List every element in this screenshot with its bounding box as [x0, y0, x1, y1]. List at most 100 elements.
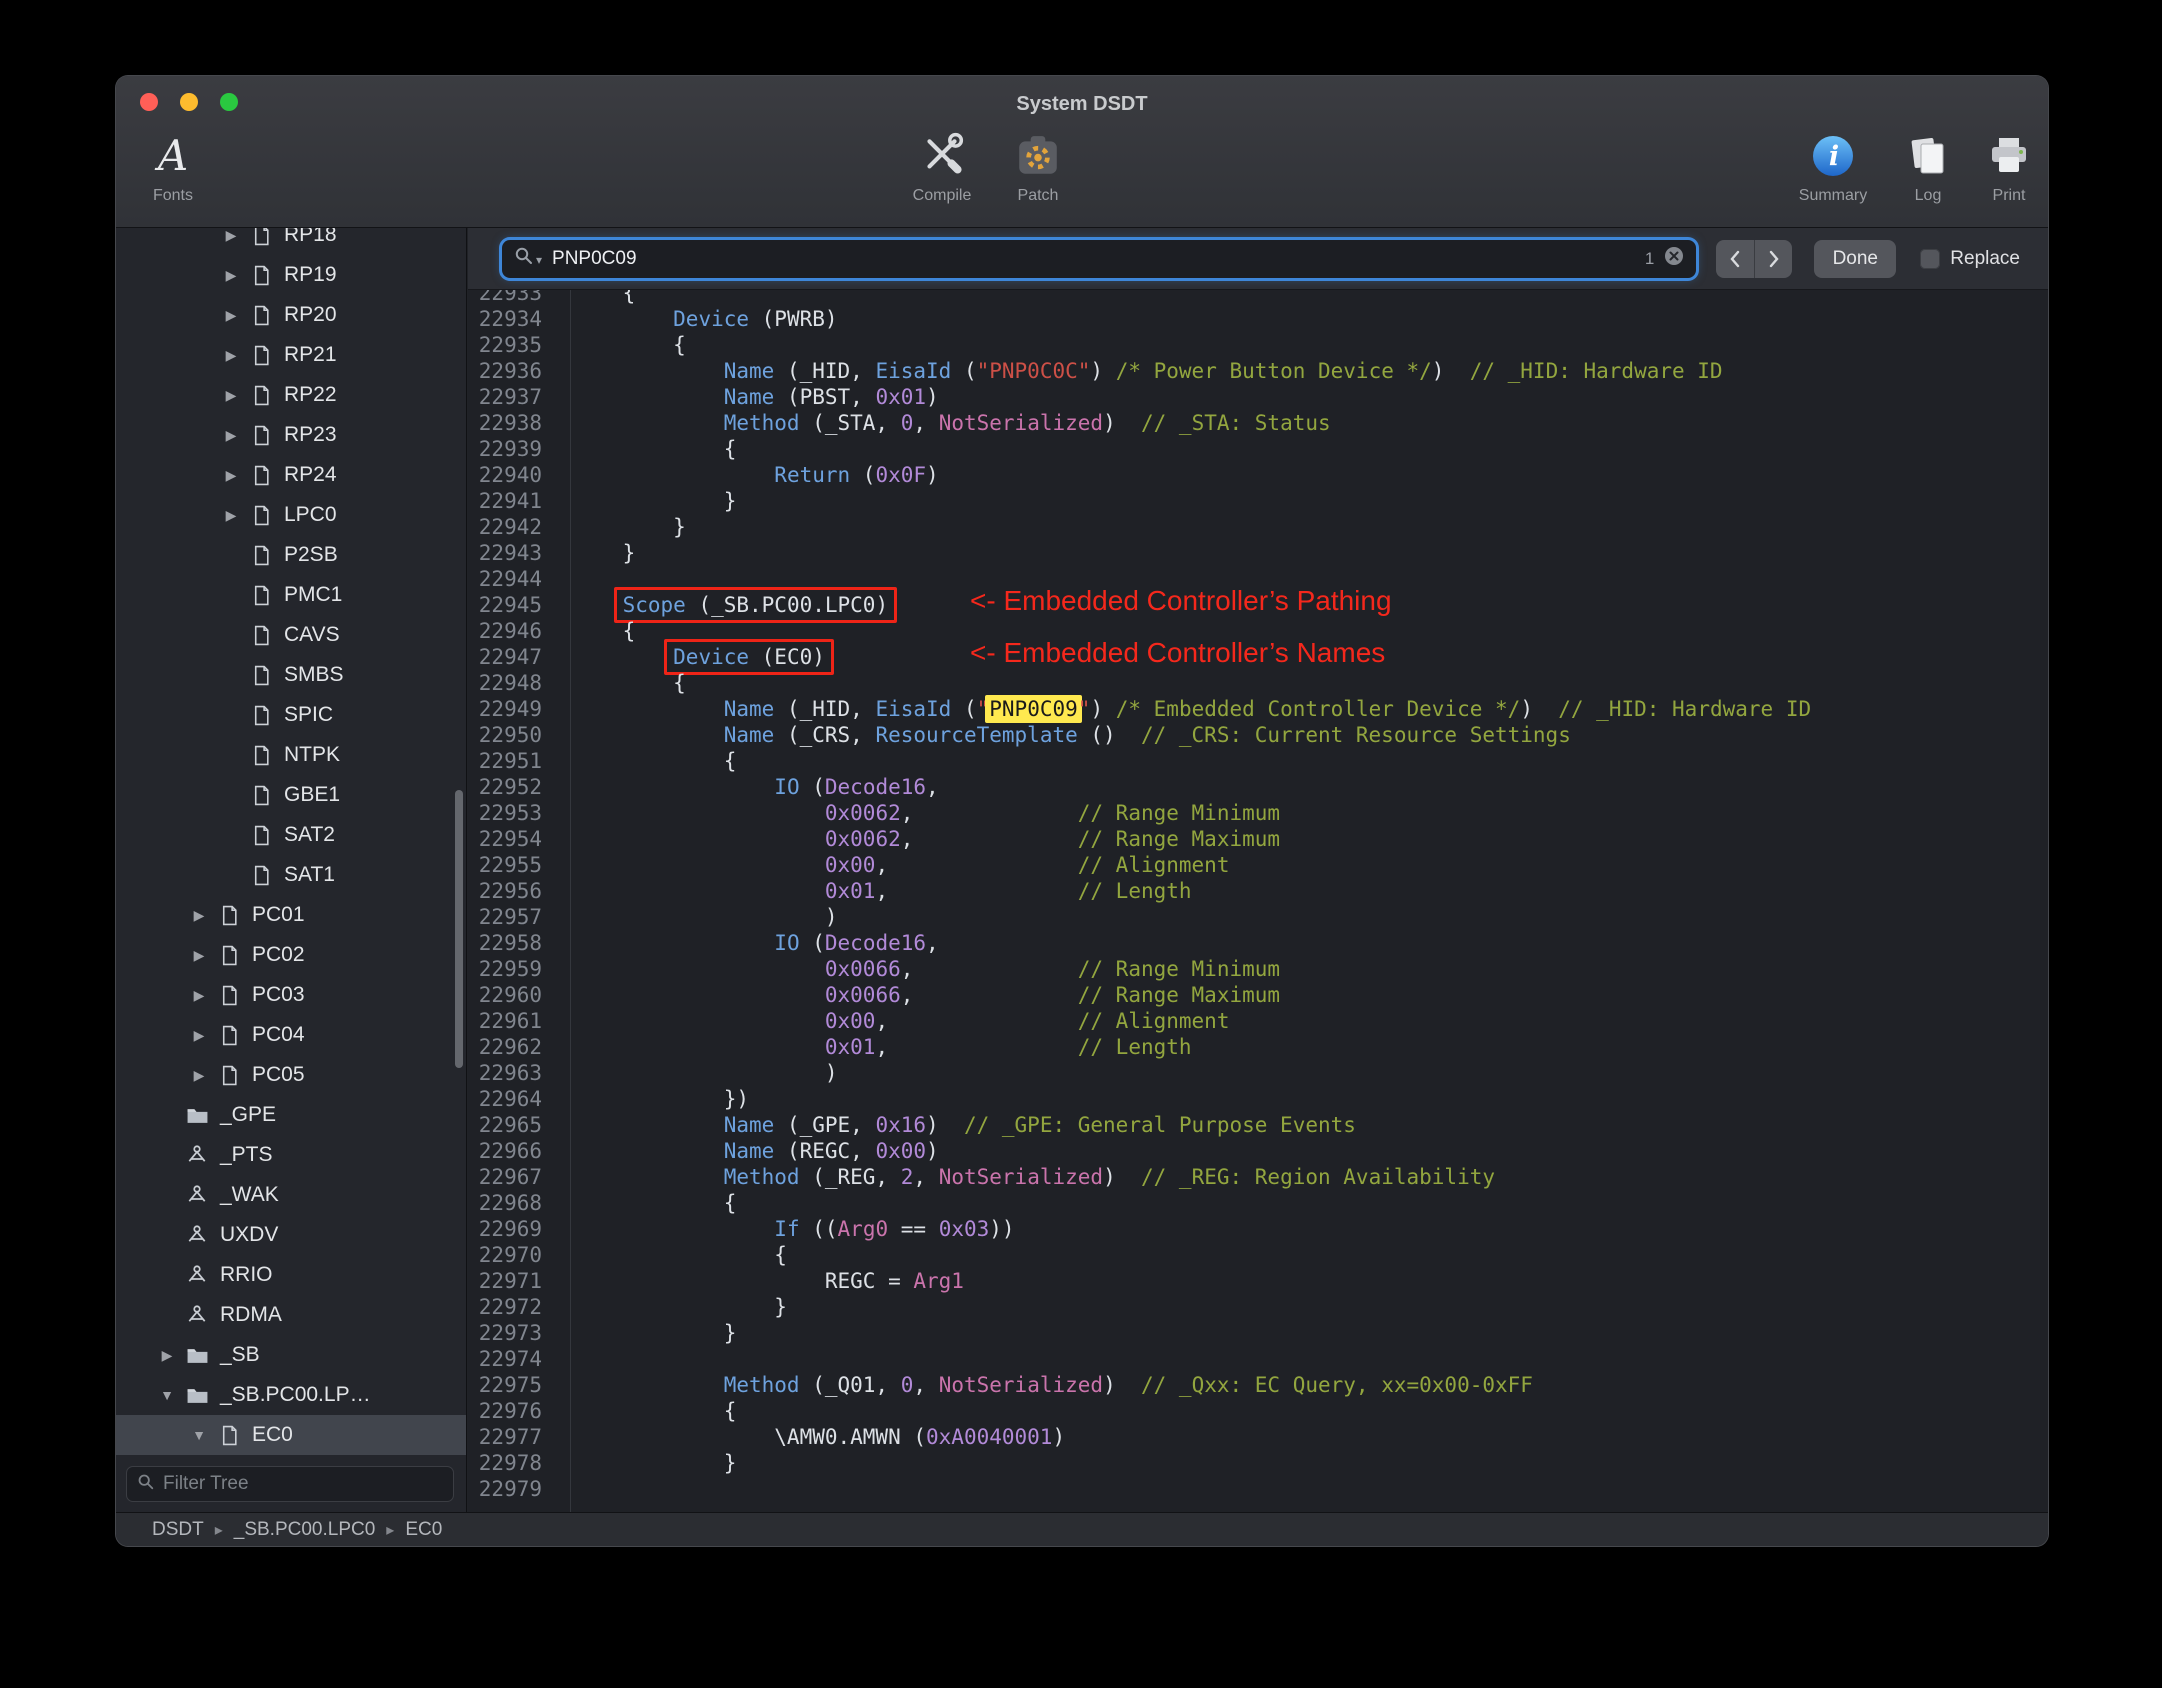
tree-item-PMC1[interactable]: PMC1 — [116, 575, 466, 615]
tree-item-_GPE[interactable]: _GPE — [116, 1095, 466, 1135]
done-button[interactable]: Done — [1814, 239, 1897, 278]
chevron-right-icon[interactable]: ▶ — [216, 347, 246, 364]
chevron-right-icon[interactable]: ▶ — [216, 267, 246, 284]
tree-item-P2SB[interactable]: P2SB — [116, 535, 466, 575]
code-line-22949: 22949 Name (_HID, EisaId ("PNP0C09") /* … — [468, 695, 2048, 723]
chevron-right-icon[interactable]: ▶ — [152, 1347, 182, 1364]
chevron-right-icon[interactable]: ▶ — [216, 427, 246, 444]
code-line-22957: 22957 ) — [468, 904, 2048, 930]
code-line-22941: 22941 } — [468, 488, 2048, 514]
close-button[interactable] — [140, 93, 158, 111]
line-number: 22971 — [478, 1269, 542, 1293]
tree-item-_WAK[interactable]: _WAK — [116, 1175, 466, 1215]
sidebar-scrollbar[interactable] — [455, 790, 463, 1068]
compile-button[interactable]: Compile — [896, 128, 988, 205]
tree-item-RP22[interactable]: ▶ RP22 — [116, 375, 466, 415]
breadcrumb-item-DSDT[interactable]: DSDT — [152, 1519, 204, 1540]
tree-item-PC04[interactable]: ▶ PC04 — [116, 1015, 466, 1055]
tree-item-SAT1[interactable]: SAT1 — [116, 855, 466, 895]
line-number: 22957 — [478, 905, 542, 929]
tree-item-PC03[interactable]: ▶ PC03 — [116, 975, 466, 1015]
code-line-22953: 22953 0x0062, // Range Minimum — [468, 800, 2048, 826]
tree-item-_PTS[interactable]: _PTS — [116, 1135, 466, 1175]
find-field[interactable]: ▾ 1 — [502, 239, 1697, 278]
tree-item-RP21[interactable]: ▶ RP21 — [116, 335, 466, 375]
tree-item-label: PC01 — [252, 903, 305, 926]
chevron-right-icon[interactable]: ▶ — [184, 1067, 214, 1084]
tree-item-GBE1[interactable]: GBE1 — [116, 775, 466, 815]
tree-item-UXDV[interactable]: UXDV — [116, 1215, 466, 1255]
breadcrumb-item-EC0[interactable]: EC0 — [405, 1519, 442, 1540]
breadcrumb-separator: ▸ — [214, 1521, 223, 1539]
log-button[interactable]: Log — [1894, 128, 1962, 205]
code-editor[interactable]: 22933 {22934 Device (PWRB) 22935 {22936 N… — [468, 290, 2048, 1512]
titlebar[interactable]: System DSDT — [116, 76, 2048, 128]
doc-icon — [246, 825, 276, 846]
tree-item-RDMA[interactable]: RDMA — [116, 1295, 466, 1335]
chevron-down-icon[interactable]: ▼ — [184, 1427, 214, 1443]
clear-search-icon[interactable] — [1664, 246, 1684, 271]
tree-item-SPIC[interactable]: SPIC — [116, 695, 466, 735]
code-line-22961: 22961 0x00, // Alignment — [468, 1008, 2048, 1034]
patch-button[interactable]: Patch — [992, 128, 1084, 205]
chevron-right-icon[interactable]: ▶ — [216, 507, 246, 524]
tree-item-RRIO[interactable]: RRIO — [116, 1255, 466, 1295]
line-number: 22968 — [478, 1191, 542, 1215]
tree-item-label: PC05 — [252, 1063, 305, 1086]
find-previous-button[interactable] — [1716, 239, 1755, 278]
print-button[interactable]: Print — [1970, 128, 2048, 205]
tree-item-RP24[interactable]: ▶ RP24 — [116, 455, 466, 495]
chevron-right-icon[interactable]: ▶ — [184, 987, 214, 1004]
line-number: 22967 — [478, 1165, 542, 1189]
chevron-right-icon[interactable]: ▶ — [184, 907, 214, 924]
find-input[interactable] — [552, 247, 1645, 270]
chevron-right-icon[interactable]: ▶ — [216, 467, 246, 484]
breadcrumb-item-_SB.PC00.LPC0[interactable]: _SB.PC00.LPC0 — [234, 1519, 376, 1540]
filter-tree-input[interactable] — [163, 1473, 443, 1495]
tree-item-label: RDMA — [220, 1303, 282, 1326]
find-next-button[interactable] — [1755, 240, 1793, 278]
tree-item-_SB[interactable]: ▶ _SB — [116, 1335, 466, 1375]
tree-item-label: _WAK — [220, 1183, 279, 1206]
zoom-button[interactable] — [220, 93, 238, 111]
chevron-right-icon[interactable]: ▶ — [216, 307, 246, 324]
code-line-22945: 22945 Scope (_SB.PC00.LPC0) <- Embedded C… — [468, 587, 2048, 623]
tree-item-RP18[interactable]: ▶ RP18 — [116, 228, 466, 255]
chevron-right-icon[interactable]: ▶ — [216, 228, 246, 244]
tree-item-RP19[interactable]: ▶ RP19 — [116, 255, 466, 295]
tree-item-CAVS[interactable]: CAVS — [116, 615, 466, 655]
breadcrumb-separator: ▸ — [386, 1521, 395, 1539]
tree-item-SMBS[interactable]: SMBS — [116, 655, 466, 695]
chevron-down-icon[interactable]: ▼ — [152, 1387, 182, 1403]
search-options-chevron-icon[interactable]: ▾ — [536, 253, 542, 267]
chevron-right-icon[interactable]: ▶ — [184, 947, 214, 964]
chevron-right-icon[interactable]: ▶ — [216, 387, 246, 404]
fonts-button[interactable]: A Fonts — [130, 128, 216, 205]
replace-checkbox[interactable] — [1920, 248, 1941, 269]
code-line-22936: 22936 Name (_HID, EisaId ("PNP0C0C") /* … — [468, 358, 2048, 384]
tree-item-SAT2[interactable]: SAT2 — [116, 815, 466, 855]
tree-item-label: EC0 — [252, 1423, 293, 1446]
chevron-right-icon[interactable]: ▶ — [184, 1027, 214, 1044]
tree-item-_SB.PC00.LP…[interactable]: ▼ _SB.PC00.LP… — [116, 1375, 466, 1415]
code-line-22968: 22968 { — [468, 1190, 2048, 1216]
code-line-22935: 22935 { — [468, 332, 2048, 358]
tree-item-RP23[interactable]: ▶ RP23 — [116, 415, 466, 455]
replace-label: Replace — [1950, 247, 2020, 269]
tree-item-NTPK[interactable]: NTPK — [116, 735, 466, 775]
tree-item-PC05[interactable]: ▶ PC05 — [116, 1055, 466, 1095]
tree-item-EC0[interactable]: ▼ EC0 — [116, 1415, 466, 1455]
line-number: 22962 — [478, 1035, 542, 1059]
doc-icon — [246, 425, 276, 446]
minimize-button[interactable] — [180, 93, 198, 111]
line-number: 22958 — [478, 931, 542, 955]
tree-item-PC01[interactable]: ▶ PC01 — [116, 895, 466, 935]
tree-item-RP20[interactable]: ▶ RP20 — [116, 295, 466, 335]
tree-item-LPC0[interactable]: ▶ LPC0 — [116, 495, 466, 535]
sidebar: ▶ RP18 ▶ RP19 ▶ RP20 ▶ RP21 ▶ RP22 ▶ RP23 ▶ RP24 ▶ LPC0… — [116, 228, 467, 1512]
summary-button[interactable]: i Summary — [1788, 128, 1878, 205]
code-line-22933: 22933 { — [468, 290, 2048, 306]
tree-item-label: NTPK — [284, 743, 341, 766]
tree-item-PC02[interactable]: ▶ PC02 — [116, 935, 466, 975]
sidebar-tree: ▶ RP18 ▶ RP19 ▶ RP20 ▶ RP21 ▶ RP22 ▶ RP23 ▶ RP24 ▶ LPC0… — [116, 228, 466, 1455]
